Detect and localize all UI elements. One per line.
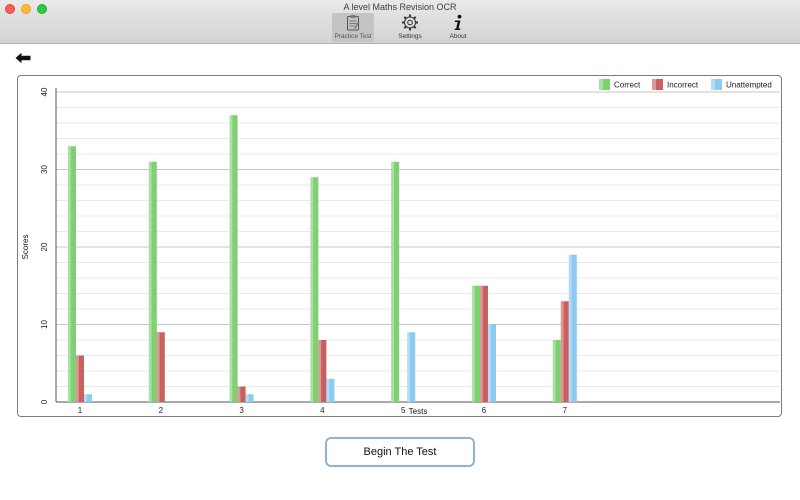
legend-label: Unattempted	[726, 81, 772, 90]
x-tick-label: 2	[159, 406, 164, 415]
bar-highlight	[310, 177, 314, 402]
bar-highlight	[407, 332, 410, 402]
info-icon	[454, 14, 462, 30]
bar-highlight	[552, 340, 556, 402]
bar-highlight	[229, 115, 233, 402]
y-tick-label: 30	[40, 165, 49, 174]
bar-highlight	[568, 254, 572, 402]
legend-swatch-highlight	[711, 79, 715, 90]
toolbar-label: Settings	[398, 33, 422, 40]
toolbar-practice-test[interactable]: Practice Test	[332, 13, 374, 42]
clipboard-icon	[347, 15, 359, 31]
toolbar-label: Practice Test	[334, 33, 372, 40]
x-tick-label: 5	[401, 406, 406, 415]
x-tick-label: 4	[320, 406, 325, 415]
x-tick-label: 3	[239, 406, 244, 415]
legend-label: Correct	[614, 81, 641, 90]
legend-swatch-highlight	[652, 79, 656, 90]
bar-highlight	[156, 332, 160, 402]
bar-highlight	[76, 355, 79, 402]
app-window: A level Maths Revision OCR Practice Test	[0, 0, 800, 500]
x-tick-label: 6	[482, 406, 487, 415]
legend-label: Incorrect	[667, 81, 699, 90]
y-axis-label: Scores	[21, 235, 30, 260]
bar-highlight	[560, 301, 564, 402]
back-arrow-icon[interactable]	[15, 52, 31, 64]
scores-chart: 0 10 20 30 40 Scores 1 2 3 4 5 6 7 Tests Correct Incorr…	[17, 75, 782, 417]
toolbar-label: About	[449, 33, 467, 40]
window-toolbar: A level Maths Revision OCR Practice Test	[0, 0, 800, 44]
y-tick-label: 10	[40, 320, 49, 329]
bar-highlight	[318, 340, 322, 402]
bar-highlight	[84, 394, 87, 402]
bar-highlight	[480, 285, 483, 402]
legend-swatch-highlight	[599, 79, 603, 90]
toolbar-about[interactable]: About	[444, 13, 472, 42]
y-tick-label: 20	[40, 242, 49, 251]
bar-highlight	[488, 324, 491, 402]
bar-highlight	[148, 161, 152, 402]
bar-highlight	[68, 146, 71, 402]
window-title: A level Maths Revision OCR	[343, 2, 457, 12]
gear-icon	[402, 14, 418, 31]
bar-highlight	[391, 161, 394, 402]
y-tick-label: 0	[40, 399, 49, 404]
begin-test-button[interactable]: Begin The Test	[325, 437, 475, 467]
bar-highlight	[237, 386, 241, 402]
bar-highlight	[326, 378, 330, 402]
toolbar-settings[interactable]: Settings	[392, 13, 428, 42]
x-tick-label: 7	[563, 406, 568, 415]
x-tick-label: 1	[78, 406, 83, 415]
x-axis-label: Tests	[409, 407, 428, 416]
y-tick-label: 40	[40, 87, 49, 96]
bar-highlight	[472, 285, 475, 402]
bar-highlight	[245, 394, 249, 402]
chart-canvas: 0 10 20 30 40 Scores 1 2 3 4 5 6 7 Tests Correct Incorr…	[21, 79, 780, 416]
